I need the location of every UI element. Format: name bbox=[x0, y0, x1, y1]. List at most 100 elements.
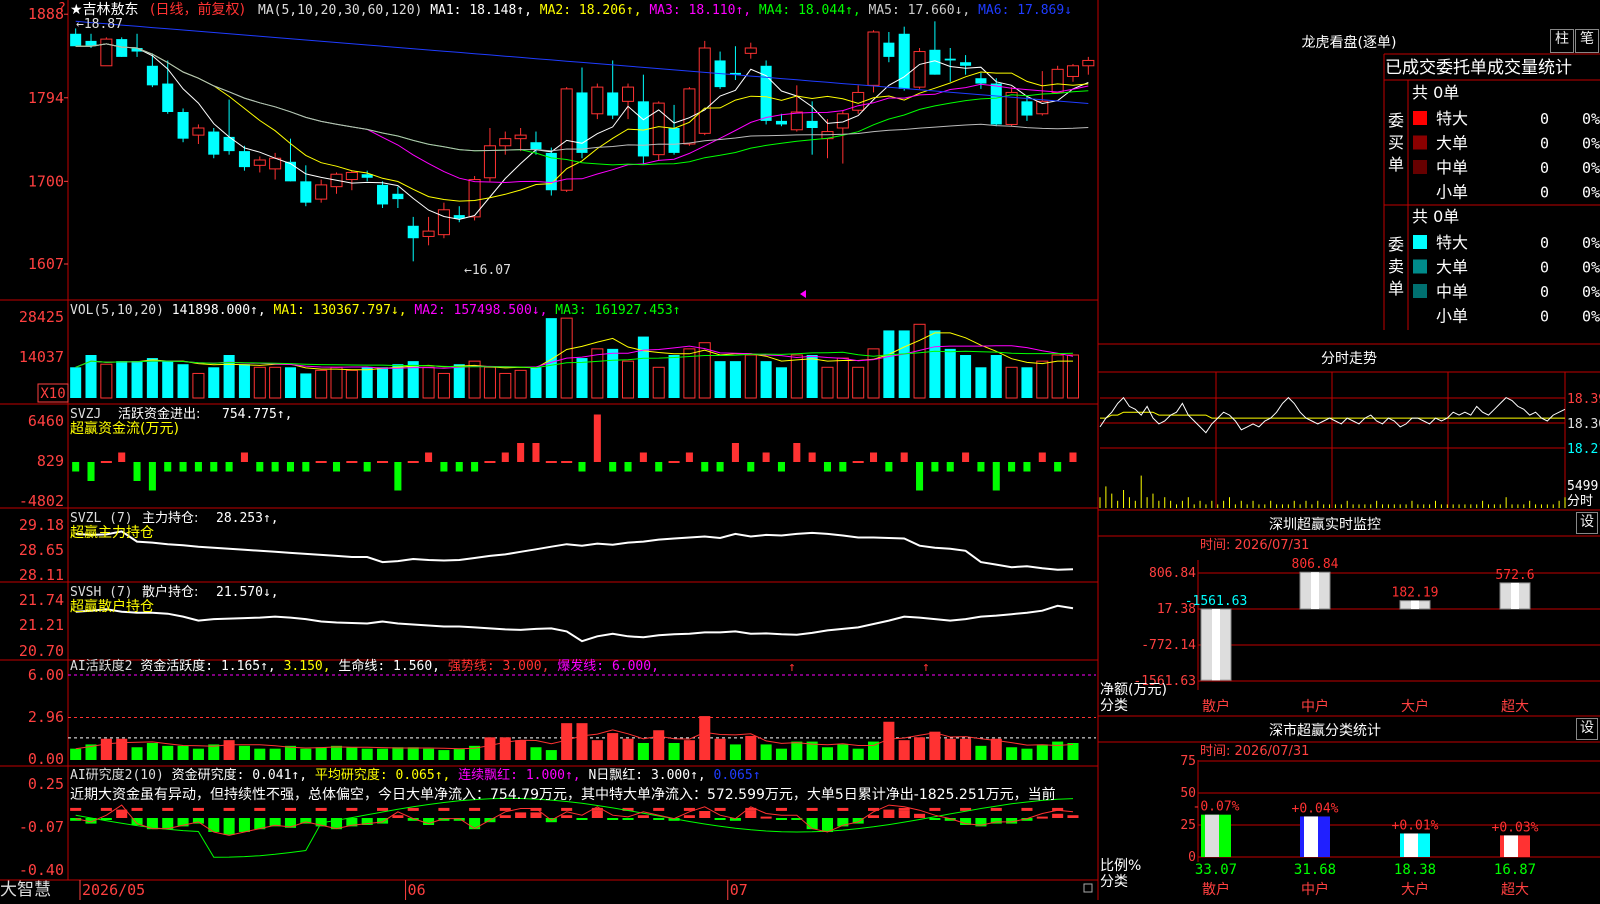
sz-class-bar-highlight bbox=[1205, 814, 1219, 857]
flow-bar bbox=[210, 462, 218, 472]
pen-mode-button[interactable]: 笔 bbox=[1575, 29, 1599, 53]
flow-bar bbox=[532, 443, 540, 462]
price-tick-label: 1607 bbox=[28, 255, 64, 273]
activity-bar bbox=[929, 731, 941, 760]
volume-bar bbox=[744, 354, 757, 399]
activity-bar bbox=[269, 748, 281, 760]
sell-row-pct: 0% bbox=[1582, 308, 1600, 326]
volume-bar bbox=[652, 366, 665, 399]
activity-bar bbox=[131, 747, 143, 760]
sz-monitor-settings-button[interactable]: 设 bbox=[1576, 512, 1598, 534]
activity-bar bbox=[591, 740, 603, 760]
candle-body bbox=[315, 184, 328, 200]
ma-header-part-6: MA6: 17.869↓ bbox=[970, 3, 1072, 18]
flow-bar bbox=[716, 462, 724, 472]
research-avg-dash bbox=[315, 807, 327, 811]
buy-group-label-char: 委 bbox=[1388, 111, 1404, 130]
price-tick-label: 1794 bbox=[28, 89, 64, 107]
sz-class-axis-label: 比例% bbox=[1100, 858, 1141, 874]
ai-research-header-part-3: 连续飘红: 1.000↑, bbox=[450, 767, 580, 783]
research-bar bbox=[469, 818, 481, 830]
chart-canvas[interactable]: 1888179417001607★吉林敖东 (日线，前复权) MA(5,10,20,… bbox=[0, 0, 1600, 900]
flow-bar bbox=[87, 462, 95, 481]
high-price-label: ←18.87 bbox=[76, 17, 123, 32]
flow-bar bbox=[593, 414, 601, 462]
research-bar bbox=[622, 818, 634, 820]
sz-monitor-value-label: 182.19 bbox=[1392, 586, 1439, 601]
research-bar bbox=[1036, 816, 1048, 819]
sell-color-swatch bbox=[1413, 259, 1427, 274]
activity-bar bbox=[330, 745, 343, 760]
activity-bar bbox=[438, 750, 450, 760]
fenshi-tick-label: 18.21 bbox=[1567, 442, 1600, 457]
research-bar bbox=[223, 818, 235, 835]
candle-body bbox=[208, 131, 220, 155]
candle-body bbox=[392, 193, 404, 200]
svzj-value: 754.775↑, bbox=[222, 407, 292, 422]
volume-bar bbox=[591, 348, 604, 399]
volume-tick-label: 14037 bbox=[19, 348, 64, 366]
research-bar bbox=[929, 818, 941, 820]
research-avg-dash bbox=[653, 807, 665, 811]
sell-row-count: 0 bbox=[1540, 283, 1549, 301]
svsh-value: 21.570↓, bbox=[216, 585, 279, 600]
buy-color-swatch bbox=[1413, 160, 1427, 174]
flow-bar bbox=[315, 461, 327, 463]
volume-bar bbox=[238, 364, 250, 398]
fenshi-title: 分时走势 bbox=[1321, 351, 1377, 367]
lock-icon bbox=[1083, 883, 1093, 893]
research-bar bbox=[515, 812, 527, 818]
activity-bar bbox=[914, 737, 926, 760]
signal-arrow-icon: ↑ bbox=[788, 660, 796, 675]
research-bar bbox=[760, 816, 772, 819]
flow-bar bbox=[655, 462, 663, 472]
flow-bar bbox=[271, 462, 279, 472]
flow-bar bbox=[363, 462, 371, 472]
candle-body bbox=[300, 181, 312, 203]
flow-bar bbox=[852, 461, 864, 463]
activity-bar bbox=[729, 744, 741, 760]
fenshi-volume-tick: 5499 bbox=[1567, 479, 1598, 494]
candle-body bbox=[744, 47, 757, 54]
volume-bar bbox=[269, 366, 282, 399]
sz-class-category-label: 超大 bbox=[1501, 882, 1529, 898]
volume-bar bbox=[836, 357, 849, 399]
volume-bar bbox=[790, 354, 803, 399]
flow-bar bbox=[992, 462, 1000, 491]
sell-row-count: 0 bbox=[1540, 308, 1549, 326]
activity-bar bbox=[116, 738, 128, 760]
ai-active-tick-label: 0.00 bbox=[28, 750, 64, 768]
volume-bar bbox=[944, 348, 956, 398]
sz-monitor-value-label: 572.6 bbox=[1495, 568, 1534, 583]
activity-bar bbox=[545, 750, 557, 760]
flow-bar bbox=[1008, 462, 1016, 472]
research-avg-dash bbox=[499, 807, 511, 811]
candle-body bbox=[668, 128, 680, 153]
flow-bar bbox=[179, 462, 187, 472]
buy-row-name: 大单 bbox=[1436, 134, 1468, 153]
volume-bar bbox=[116, 361, 128, 398]
research-avg-dash bbox=[837, 807, 849, 811]
sz-monitor-value-label: -1561.63 bbox=[1185, 594, 1248, 609]
activity-bar bbox=[576, 723, 588, 760]
sz-class-settings-button[interactable]: 设 bbox=[1576, 718, 1598, 740]
sz-monitor-tick-label: 806.84 bbox=[1149, 566, 1196, 581]
sz-class-bar-highlight bbox=[1304, 816, 1318, 857]
volume-bar bbox=[545, 318, 557, 398]
bar-mode-button[interactable]: 柱 bbox=[1550, 29, 1574, 53]
flow-bar bbox=[808, 452, 816, 462]
volume-bar bbox=[146, 358, 158, 398]
volume-bar bbox=[637, 336, 649, 398]
research-avg-dash bbox=[377, 807, 389, 811]
research-avg-dash bbox=[990, 807, 1002, 811]
sz-class-change-label: -0.07% bbox=[1193, 800, 1240, 815]
ai-research-tick-label: 0.25 bbox=[28, 775, 64, 793]
activity-bar bbox=[377, 748, 389, 760]
candle-body bbox=[530, 142, 542, 150]
sell-row-count: 0 bbox=[1540, 234, 1549, 252]
sell-row-pct: 0% bbox=[1582, 234, 1600, 252]
activity-bar bbox=[392, 747, 404, 760]
candle-body bbox=[377, 184, 389, 205]
research-bar bbox=[683, 815, 695, 818]
candle-body bbox=[1051, 68, 1064, 93]
